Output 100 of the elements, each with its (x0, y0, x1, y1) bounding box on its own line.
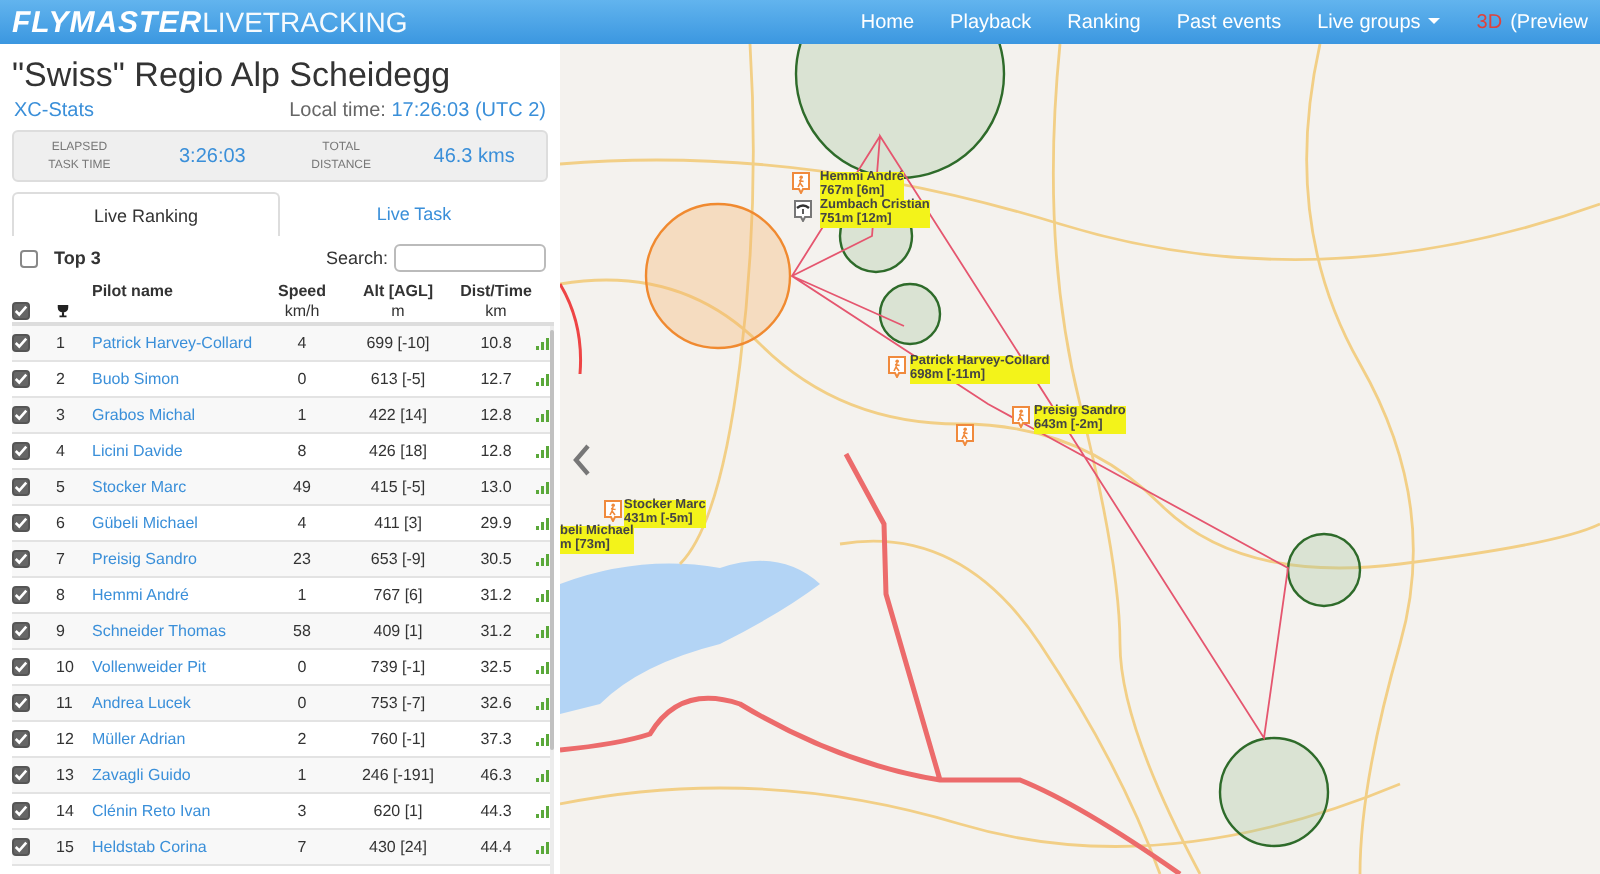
table-cell-text: 23 (291, 550, 313, 568)
checkbox[interactable] (12, 838, 30, 856)
pilot-link[interactable]: Patrick Harvey-Collard (92, 334, 264, 352)
logo-text: FLYMASTER (12, 5, 203, 39)
checkbox[interactable] (20, 249, 38, 267)
table-cell-text: 760 [-1] (368, 730, 428, 748)
pilot-marker-icon[interactable] (792, 172, 810, 194)
tab[interactable]: Live Task (280, 192, 548, 236)
table-cell-text: 12.8 (478, 406, 514, 424)
table-cell-text: 9 (56, 622, 67, 640)
scrollbar[interactable] (550, 330, 554, 750)
pilot-marker-icon[interactable] (888, 356, 906, 378)
table-cell-text: 1 (56, 334, 67, 352)
nav-link[interactable]: Ranking (1067, 11, 1141, 33)
checkbox[interactable] (12, 658, 30, 676)
signal-icon (536, 517, 550, 529)
table-cell-text: 430 [24] (367, 838, 429, 856)
checkbox[interactable] (12, 514, 30, 532)
signal-icon (536, 481, 550, 493)
table-cell-text: 0 (295, 658, 309, 676)
chevron-left-icon[interactable] (572, 444, 592, 476)
nav-link[interactable]: (Preview (1510, 11, 1588, 33)
table-cell-text: 8 (56, 586, 67, 604)
checkbox[interactable] (12, 730, 30, 748)
table-cell-text: 2 (295, 730, 309, 748)
pilot-link[interactable]: Grabos Michal (92, 406, 264, 424)
table-cell-text: 4 (295, 514, 309, 532)
pilot-link[interactable]: Heldstab Corina (92, 838, 264, 856)
checkbox[interactable] (12, 334, 30, 352)
table-cell-text: 7 (56, 550, 67, 568)
table-cell-text: 13 (56, 766, 76, 784)
nav-link[interactable]: Playback (950, 11, 1032, 33)
table-cell-text: 1 (295, 586, 309, 604)
pilot-link[interactable]: Vollenweider Pit (92, 658, 264, 676)
table-cell-text: 46.3 (478, 766, 514, 784)
table-cell-text: 0 (295, 694, 309, 712)
checkbox[interactable] (12, 622, 30, 640)
table-cell-text: 29.9 (478, 514, 514, 532)
checkbox[interactable] (12, 550, 30, 568)
nav-link[interactable]: Home (860, 11, 915, 33)
logo-subtitle: LIVETRACKING (202, 5, 408, 37)
stat-value: 46.3 kms (433, 145, 515, 167)
table-cell-text: 426 [18] (367, 442, 429, 460)
column-header: Speed (275, 282, 328, 300)
pilot-marker-icon[interactable] (1012, 406, 1030, 428)
pilot-link[interactable]: Hemmi André (92, 586, 264, 604)
checkbox[interactable] (12, 478, 30, 496)
checkbox[interactable] (12, 370, 30, 388)
pilot-marker-icon[interactable] (604, 500, 622, 522)
table-cell-text: 11 (56, 694, 75, 712)
signal-icon (536, 589, 550, 601)
pilot-link[interactable]: Schneider Thomas (92, 622, 264, 640)
signal-icon (536, 769, 550, 781)
checkbox[interactable] (12, 694, 30, 712)
pilot-link[interactable]: Andrea Lucek (92, 694, 264, 712)
table-cell-text: 49 (291, 478, 313, 496)
pilot-link[interactable]: Preisig Sandro (92, 550, 264, 568)
table-cell-text: 4 (295, 334, 309, 352)
table-cell-text: 31.2 (478, 622, 514, 640)
table-cell-text: 767 [6] (371, 586, 425, 604)
pilot-link[interactable]: Gübeli Michael (92, 514, 264, 532)
table-cell-text: 15 (56, 838, 76, 856)
table-cell-text: 30.5 (478, 550, 514, 568)
table-cell-text: 37.3 (478, 730, 514, 748)
pilot-link[interactable]: Stocker Marc (92, 478, 264, 496)
pilot-marker-icon[interactable] (956, 424, 974, 446)
search-field[interactable] (394, 244, 546, 272)
goal-cylinder (1218, 736, 1330, 848)
checkbox[interactable] (12, 406, 30, 424)
table-cell-text: 613 [-5] (368, 370, 428, 388)
checkbox[interactable] (12, 302, 30, 320)
glider-marker-icon[interactable] (794, 200, 812, 222)
table-cell-text: 422 [14] (367, 406, 429, 424)
table-cell-text: 415 [-5] (368, 478, 428, 496)
local-time: Local time: 17:26:03 (UTC 2) (289, 100, 546, 122)
table-cell-text: 4 (56, 442, 67, 460)
table-cell-text: 5 (56, 478, 67, 496)
table-cell-text: 12.7 (478, 370, 514, 388)
checkbox[interactable] (12, 766, 30, 784)
table-cell-text: 8 (295, 442, 309, 460)
signal-icon (536, 697, 550, 709)
table-cell-text: 10.8 (478, 334, 514, 352)
trophy-icon (56, 304, 70, 318)
nav-link[interactable]: Past events (1176, 11, 1282, 33)
pilot-link[interactable]: Licini Davide (92, 442, 264, 460)
checkbox[interactable] (12, 442, 30, 460)
table-cell-text: 31.2 (478, 586, 514, 604)
tab[interactable]: Live Ranking (12, 192, 280, 236)
pilot-link[interactable]: Clénin Reto Ivan (92, 802, 264, 820)
table-cell-text: 0 (295, 370, 309, 388)
stats-link[interactable]: XC-Stats (14, 100, 95, 122)
checkbox[interactable] (12, 586, 30, 604)
pilot-link[interactable]: Zavagli Guido (92, 766, 264, 784)
checkbox[interactable] (12, 802, 30, 820)
table-cell-text: 2 (56, 370, 67, 388)
nav-dropdown[interactable]: Live groups (1317, 11, 1441, 33)
table-cell-text: 32.6 (478, 694, 514, 712)
signal-icon (536, 373, 550, 385)
pilot-link[interactable]: Buob Simon (92, 370, 264, 388)
pilot-link[interactable]: Müller Adrian (92, 730, 264, 748)
